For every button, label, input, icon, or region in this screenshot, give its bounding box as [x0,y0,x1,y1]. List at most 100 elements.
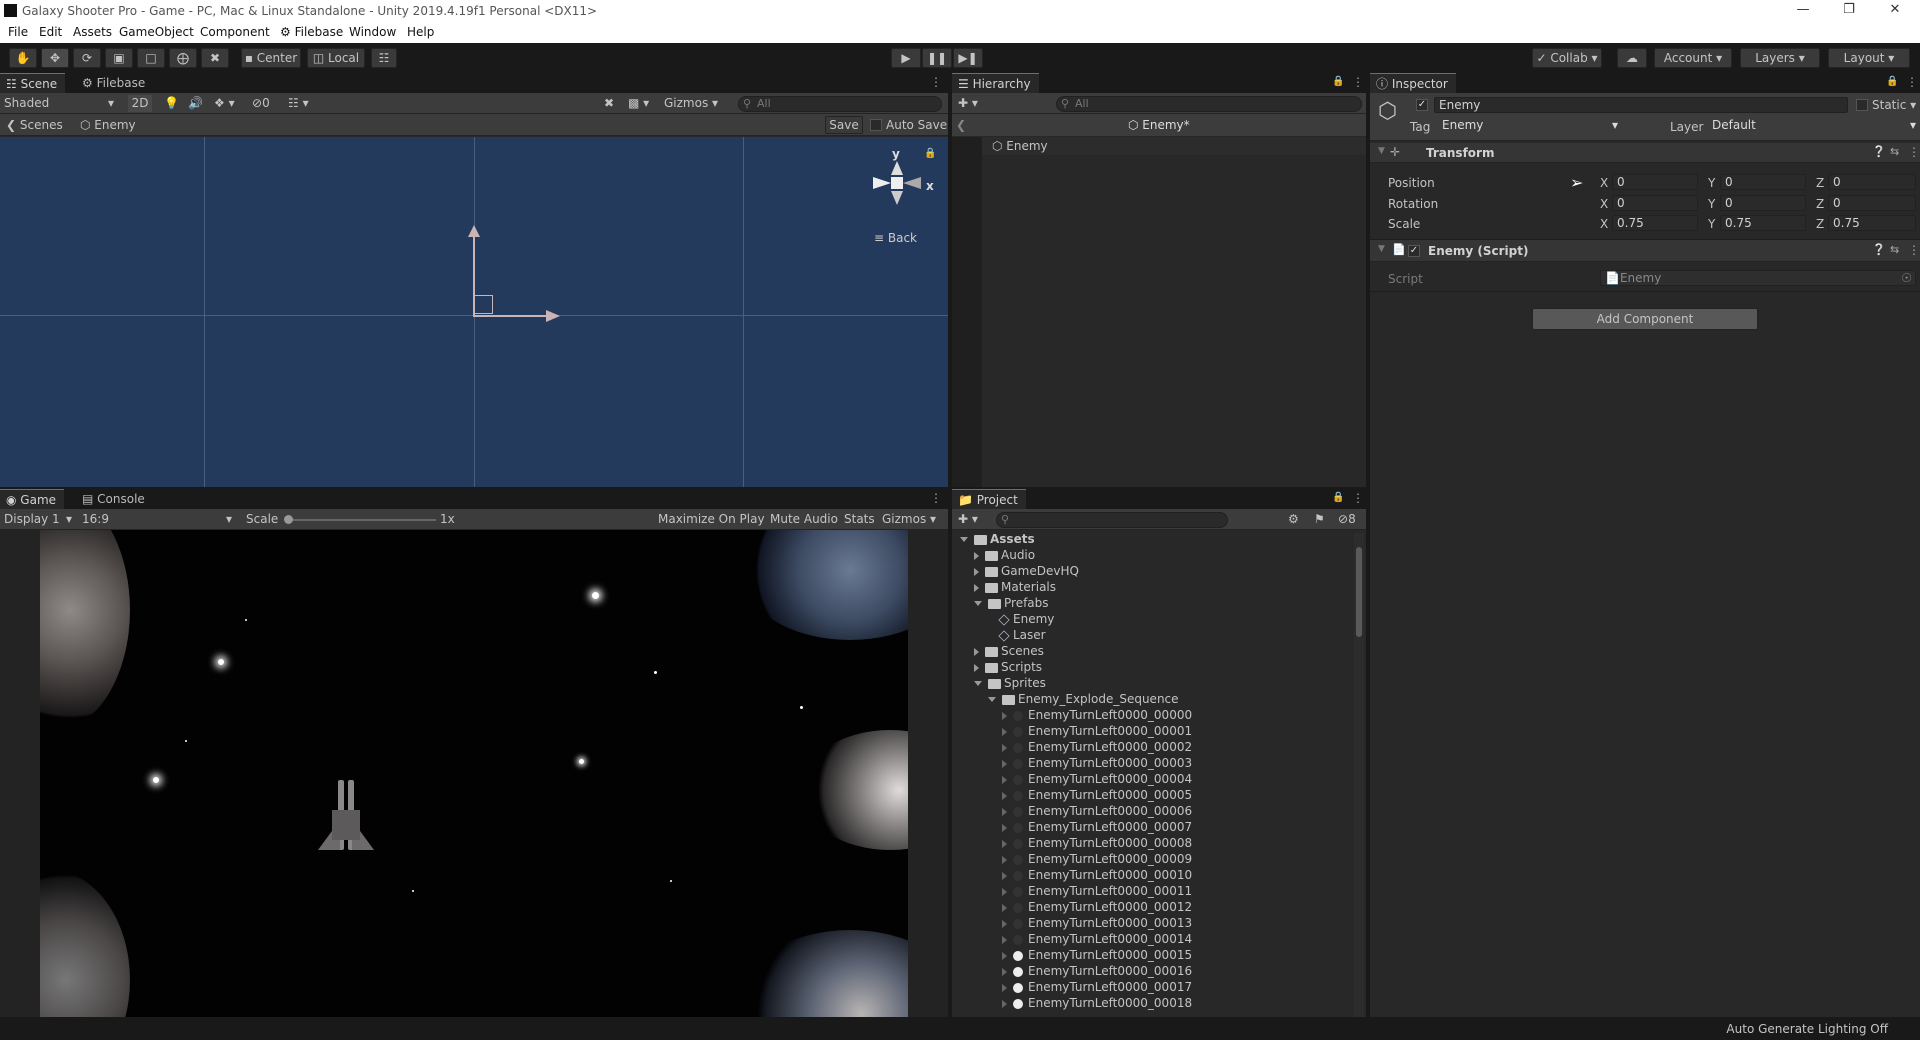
add-component-button[interactable]: Add Component [1532,308,1758,330]
component-menu-icon[interactable]: ⋮ [1908,243,1920,257]
gameobject-cube-icon[interactable]: ⬡ [1378,99,1397,124]
menu-file[interactable]: File [8,25,28,39]
effects-icon[interactable]: ❖ ▾ [214,95,235,112]
foldout-arrow-icon[interactable] [988,697,996,702]
script-component-header[interactable]: ▼ 📄 ✓ Enemy (Script) ❔ ⇆ ⋮ [1370,240,1920,262]
game-gizmos-dropdown[interactable]: Gizmos ▾ [882,511,936,528]
search-by-label-icon[interactable]: ⚑ [1314,511,1325,528]
save-button[interactable]: Save [825,116,863,134]
project-asset-item[interactable]: EnemyTurnLeft0000_00008 [1002,835,1192,851]
tab-scene[interactable]: ☷ Scene [0,73,66,93]
collab-button[interactable]: ✓ Collab ▾ [1532,48,1602,68]
project-asset-item[interactable]: Laser [988,627,1046,643]
panel-menu-icon[interactable]: ⋮ [930,75,942,89]
project-asset-item[interactable]: EnemyTurnLeft0000_00004 [1002,771,1192,787]
tab-filebase[interactable]: ⚙ Filebase [76,73,153,93]
foldout-arrow-icon[interactable] [1002,775,1007,784]
2d-toggle[interactable]: 2D [128,95,152,112]
foldout-arrow-icon[interactable] [974,647,979,656]
panel-menu-icon[interactable]: ⋮ [1352,491,1364,505]
move-gizmo-y-arrow[interactable] [468,225,480,237]
menu-help[interactable]: Help [407,25,434,39]
menu-filebase[interactable]: ⚙ Filebase [280,25,343,39]
pause-button-icon[interactable]: ❚❚ [922,48,952,68]
foldout-arrow-icon[interactable] [1002,791,1007,800]
scrollbar-thumb[interactable] [1356,547,1362,637]
foldout-arrow-icon[interactable] [974,567,979,576]
mute-audio-toggle[interactable]: Mute Audio [770,511,838,528]
rotate-tool-icon[interactable]: ⟳ [73,48,101,68]
project-folder-item[interactable]: Scenes [974,643,1044,659]
game-view[interactable] [40,530,908,1017]
gizmo-lock-icon[interactable]: 🔒 [924,148,936,159]
project-asset-item[interactable]: EnemyTurnLeft0000_00016 [1002,963,1192,979]
menu-gameobject[interactable]: GameObject [119,25,194,39]
project-folder-item[interactable]: Materials [974,579,1056,595]
object-picker-icon[interactable]: ☉ [1901,271,1912,285]
gizmo-cone-neg-x[interactable] [873,177,891,189]
foldout-arrow-icon[interactable] [1002,983,1007,992]
layout-dropdown[interactable]: Layout ▾ [1828,48,1910,68]
active-checkbox[interactable]: ✓ [1416,99,1428,111]
foldout-arrow-icon[interactable] [1002,807,1007,816]
gizmos-dropdown[interactable]: Gizmos ▾ [664,95,728,112]
scale-y-field[interactable]: 0.75 [1720,215,1806,231]
pivot-center-button[interactable]: ▪ Center [241,48,301,68]
presets-icon[interactable]: ⇆ [1890,243,1899,256]
breadcrumb-scenes[interactable]: ❮ Scenes [6,118,63,132]
cloud-icon[interactable]: ☁ [1617,48,1647,68]
foldout-arrow-icon[interactable] [1002,887,1007,896]
project-folder-item[interactable]: GameDevHQ [974,563,1079,579]
camera-icon[interactable]: ▩ ▾ [628,95,649,112]
back-chevron-icon[interactable]: ❮ [956,118,966,132]
static-checkbox[interactable] [1856,99,1868,111]
panel-menu-icon[interactable]: ⋮ [1906,75,1918,89]
hierarchy-search-input[interactable]: ⚲ All [1056,96,1362,112]
foldout-arrow-icon[interactable] [1002,951,1007,960]
move-tool-icon[interactable]: ✥ [41,48,69,68]
foldout-arrow-icon[interactable] [1002,823,1007,832]
hidden-packages-icon[interactable]: ⊘8 [1338,511,1356,528]
move-gizmo-x-axis[interactable] [474,315,548,317]
foldout-arrow-icon[interactable]: ▼ [1378,146,1385,156]
restore-icon[interactable]: ❐ [1826,0,1872,22]
foldout-arrow-icon[interactable] [1002,855,1007,864]
create-add-icon[interactable]: ✚ ▾ [958,511,978,528]
rotation-y-field[interactable]: 0 [1720,195,1806,211]
layer-dropdown[interactable]: Default ▾ [1708,118,1920,135]
project-asset-item[interactable]: EnemyTurnLeft0000_00009 [1002,851,1192,867]
project-folder-item[interactable]: Prefabs [974,595,1049,611]
component-menu-icon[interactable]: ⋮ [1908,145,1920,159]
hand-tool-icon[interactable]: ✋ [9,48,37,68]
lighting-icon[interactable]: 💡 [164,95,179,112]
presets-icon[interactable]: ⇆ [1890,145,1899,158]
grid-snap-icon[interactable]: ☷ [371,48,397,68]
gizmo-cone-neg-y[interactable] [891,191,903,205]
audio-icon[interactable]: 🔊 [188,95,203,112]
aspect-dropdown[interactable]: 16:9 ▾ [82,511,236,528]
gizmo-cone-x[interactable] [903,177,921,189]
breadcrumb-enemy[interactable]: ⬡ Enemy [80,118,136,132]
lighting-status[interactable]: Auto Generate Lighting Off [1726,1022,1888,1036]
rotation-x-field[interactable]: 0 [1612,195,1698,211]
position-z-field[interactable]: 0 [1828,174,1916,190]
maximize-on-play-toggle[interactable]: Maximize On Play [658,511,765,528]
scene-search-input[interactable]: ⚲ All [738,96,942,112]
foldout-arrow-icon[interactable] [1002,999,1007,1008]
project-asset-item[interactable]: EnemyTurnLeft0000_00013 [1002,915,1192,931]
static-dropdown[interactable]: Static ▾ [1872,98,1916,112]
project-folder-item[interactable]: Scripts [974,659,1042,675]
account-dropdown[interactable]: Account ▾ [1654,48,1732,68]
foldout-arrow-icon[interactable] [1002,919,1007,928]
foldout-arrow-icon[interactable]: ▼ [1378,244,1385,254]
stats-toggle[interactable]: Stats [844,511,875,528]
tab-inspector[interactable]: ⓘ Inspector [1370,73,1456,93]
move-gizmo-x-arrow[interactable] [546,310,560,322]
view-direction-label[interactable]: ≡ Back [874,231,917,245]
display-dropdown[interactable]: Display 1 ▾ [4,511,76,528]
tab-console[interactable]: ▤ Console [76,489,153,509]
scale-x-field[interactable]: 0.75 [1612,215,1698,231]
foldout-arrow-icon[interactable] [1002,743,1007,752]
lock-icon[interactable]: 🔒 [1886,76,1898,87]
scale-tool-icon[interactable]: ▣ [105,48,133,68]
